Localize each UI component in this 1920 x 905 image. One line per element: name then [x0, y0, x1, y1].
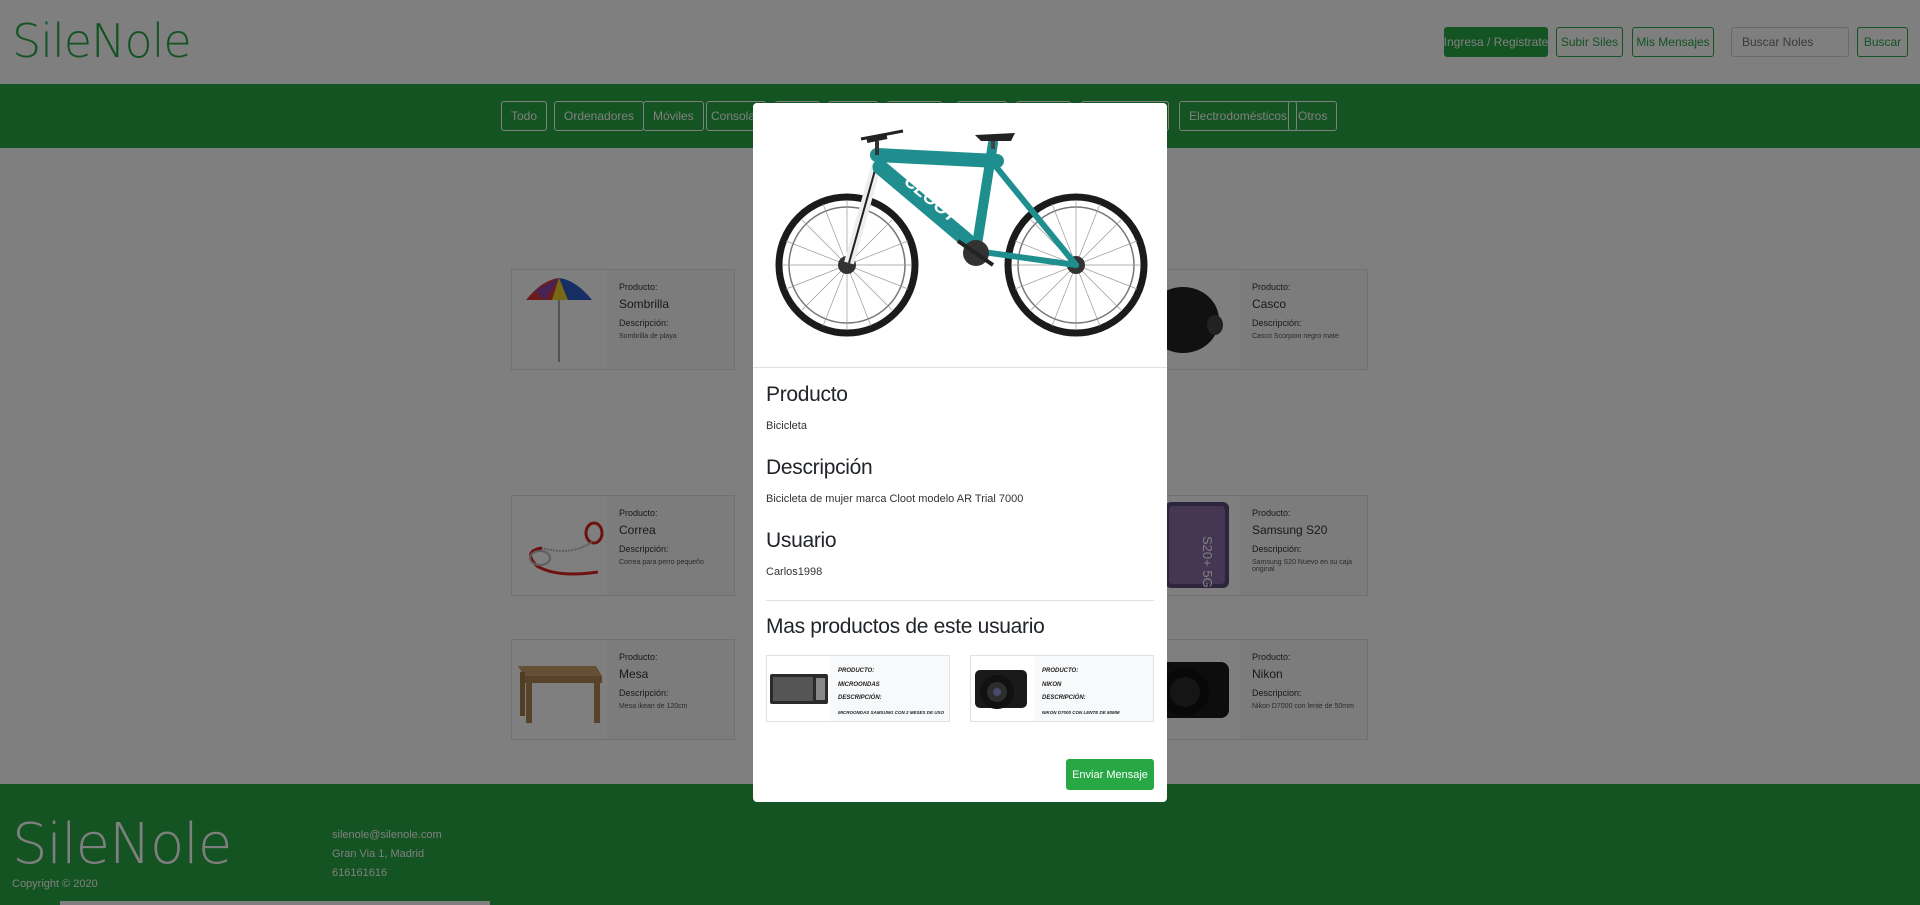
product-heading: Producto — [766, 383, 848, 406]
divider — [766, 600, 1154, 601]
user-heading: Usuario — [766, 529, 837, 552]
bicycle-image: CLOOT — [753, 103, 1167, 368]
related-product-card[interactable]: Producto: Microondas Descripción: Microo… — [766, 655, 950, 722]
user-value: Carlos1998 — [766, 566, 823, 578]
description-heading: Descripción — [766, 456, 873, 479]
send-message-button[interactable]: Enviar Mensaje — [1066, 759, 1154, 790]
product-value: Bicicleta — [766, 420, 807, 432]
mini-description: Microondas Samsung con 2 meses de uso — [838, 709, 945, 715]
mini-description-label: Descripción: — [838, 695, 882, 701]
description-value: Bicicleta de mujer marca Cloot modelo AR… — [766, 493, 1024, 505]
mini-description: Nikon D7000 con lente de 50mm — [1042, 709, 1120, 715]
mini-product-name: Nikon — [1042, 681, 1062, 688]
mini-product-label: Producto: — [1042, 668, 1079, 674]
related-product-card[interactable]: Producto: Nikon Descripción: Nikon D7000… — [970, 655, 1154, 722]
mini-product-name: Microondas — [838, 681, 880, 688]
mini-product-label: Producto: — [838, 668, 875, 674]
camera-image — [971, 656, 1034, 721]
mini-description-label: Descripción: — [1042, 695, 1086, 701]
microwave-image — [767, 656, 830, 721]
product-detail-modal: CLOOT Producto Bicicleta Descripción Bic… — [753, 103, 1167, 802]
more-products-heading: Mas productos de este usuario — [766, 615, 1045, 638]
